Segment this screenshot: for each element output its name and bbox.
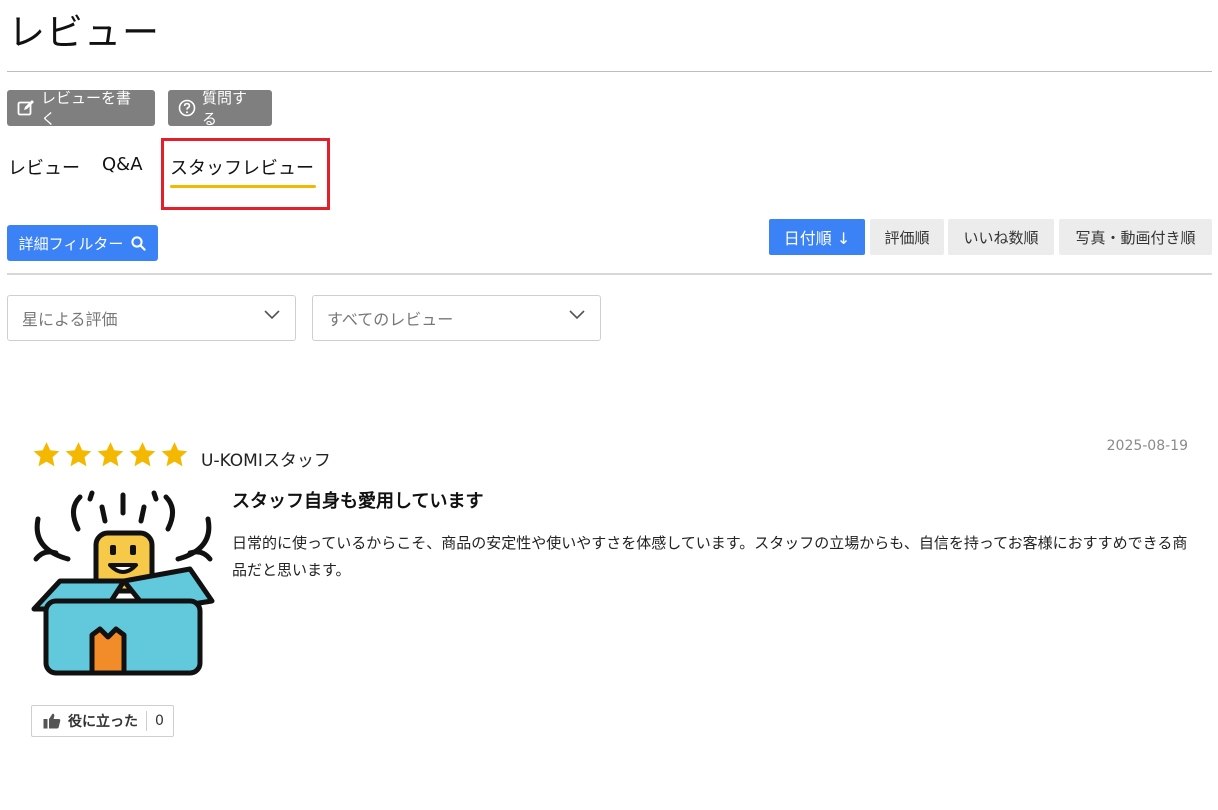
star-icon [161,442,188,467]
star-rating-select-value: 星による評価 [22,310,118,329]
star-icon [97,442,124,467]
review-body: 日常的に使っているからこそ、商品の安定性や使いやすさを体感しています。スタッフの… [232,534,1188,579]
sort-by-likes-button[interactable]: いいね数順 [948,219,1054,255]
sort-by-rating-button[interactable]: 評価順 [870,219,944,255]
ask-question-label: 質問する [202,89,248,128]
review-type-select[interactable]: すべてのレビュー [312,295,601,341]
star-icon [129,442,156,467]
review-type-select-value: すべてのレビュー [327,310,454,329]
filter-divider [7,273,1212,275]
chevron-down-icon [569,310,585,320]
tab-staff-review[interactable]: スタッフレビュー [170,154,314,180]
detail-filter-label: 詳細フィルター [18,234,124,253]
search-icon [131,235,147,251]
review-title: スタッフ自身も愛用しています [232,491,484,512]
sort-by-media-button[interactable]: 写真・動画付き順 [1059,219,1212,255]
edit-icon [17,100,34,116]
review-date: 2025-08-19 [1106,438,1188,454]
tab-review[interactable]: レビュー [8,154,80,180]
page-title: レビュー [8,11,160,54]
helpful-separator [146,711,147,731]
helpful-button[interactable]: 役に立った 0 [31,705,174,737]
thumbs-up-icon [43,713,61,729]
active-tab-indicator [170,185,316,188]
ask-question-button[interactable]: 質問する [168,89,272,128]
star-icon [33,442,60,467]
header-divider [7,71,1212,72]
star-rating [32,441,189,469]
helpful-count: 0 [155,713,164,729]
chevron-down-icon [264,310,280,320]
helpful-label: 役に立った [68,714,138,730]
write-review-button[interactable]: レビューを書く [7,89,155,128]
tab-qa[interactable]: Q&A [102,154,143,175]
sort-by-date-button[interactable]: 日付順 ↓ [769,219,865,255]
write-review-label: レビューを書く [41,89,132,128]
star-icon [65,442,92,467]
reviewer-name: U-KOMIスタッフ [201,451,331,471]
detail-filter-button[interactable]: 詳細フィルター [7,225,158,261]
staff-box-illustration [31,490,215,676]
star-rating-select[interactable]: 星による評価 [7,295,296,341]
question-circle-icon [178,99,196,117]
